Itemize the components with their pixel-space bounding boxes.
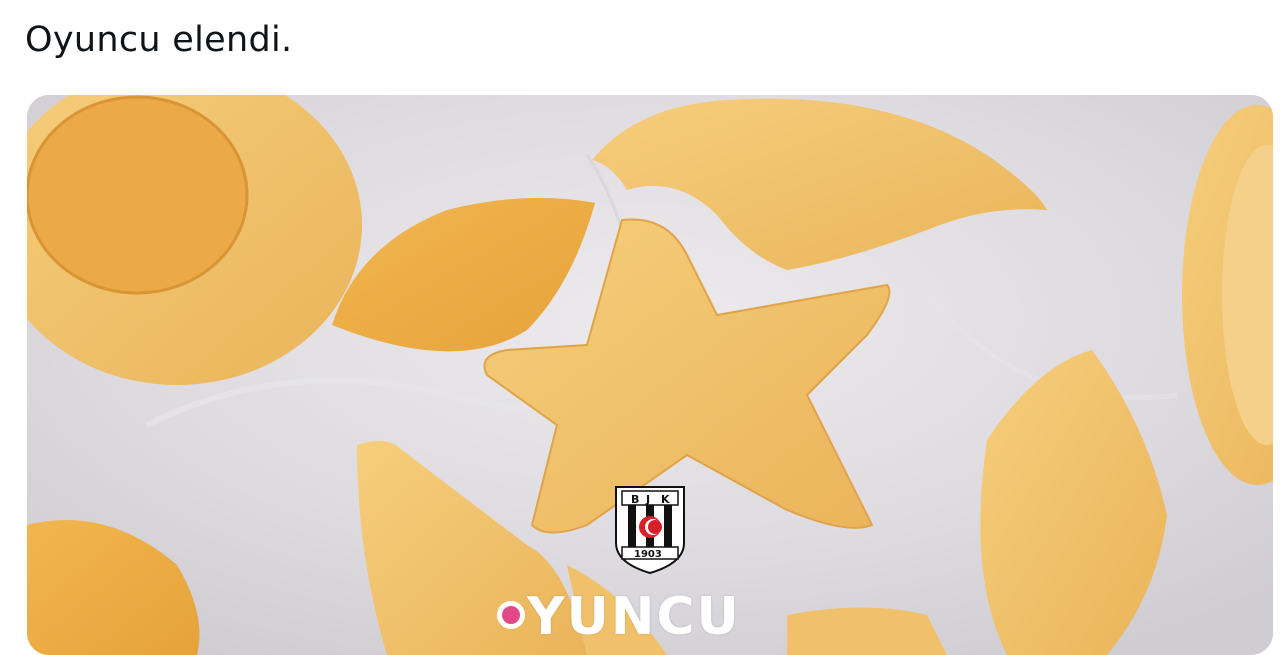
tweet-text: Oyuncu elendi.	[25, 20, 293, 60]
oyuncu-brand-logo: YUNCU	[497, 587, 817, 647]
svg-text:K: K	[661, 493, 670, 506]
svg-text:B: B	[631, 493, 639, 506]
brand-word: YUNCU	[527, 587, 741, 647]
tweet-media-image[interactable]: B J K 1903 YUNCU	[27, 95, 1273, 655]
brand-dot-icon	[497, 601, 525, 629]
besiktas-crest-logo: B J K 1903	[615, 486, 685, 575]
svg-text:J: J	[645, 493, 650, 506]
svg-text:1903: 1903	[634, 549, 662, 560]
